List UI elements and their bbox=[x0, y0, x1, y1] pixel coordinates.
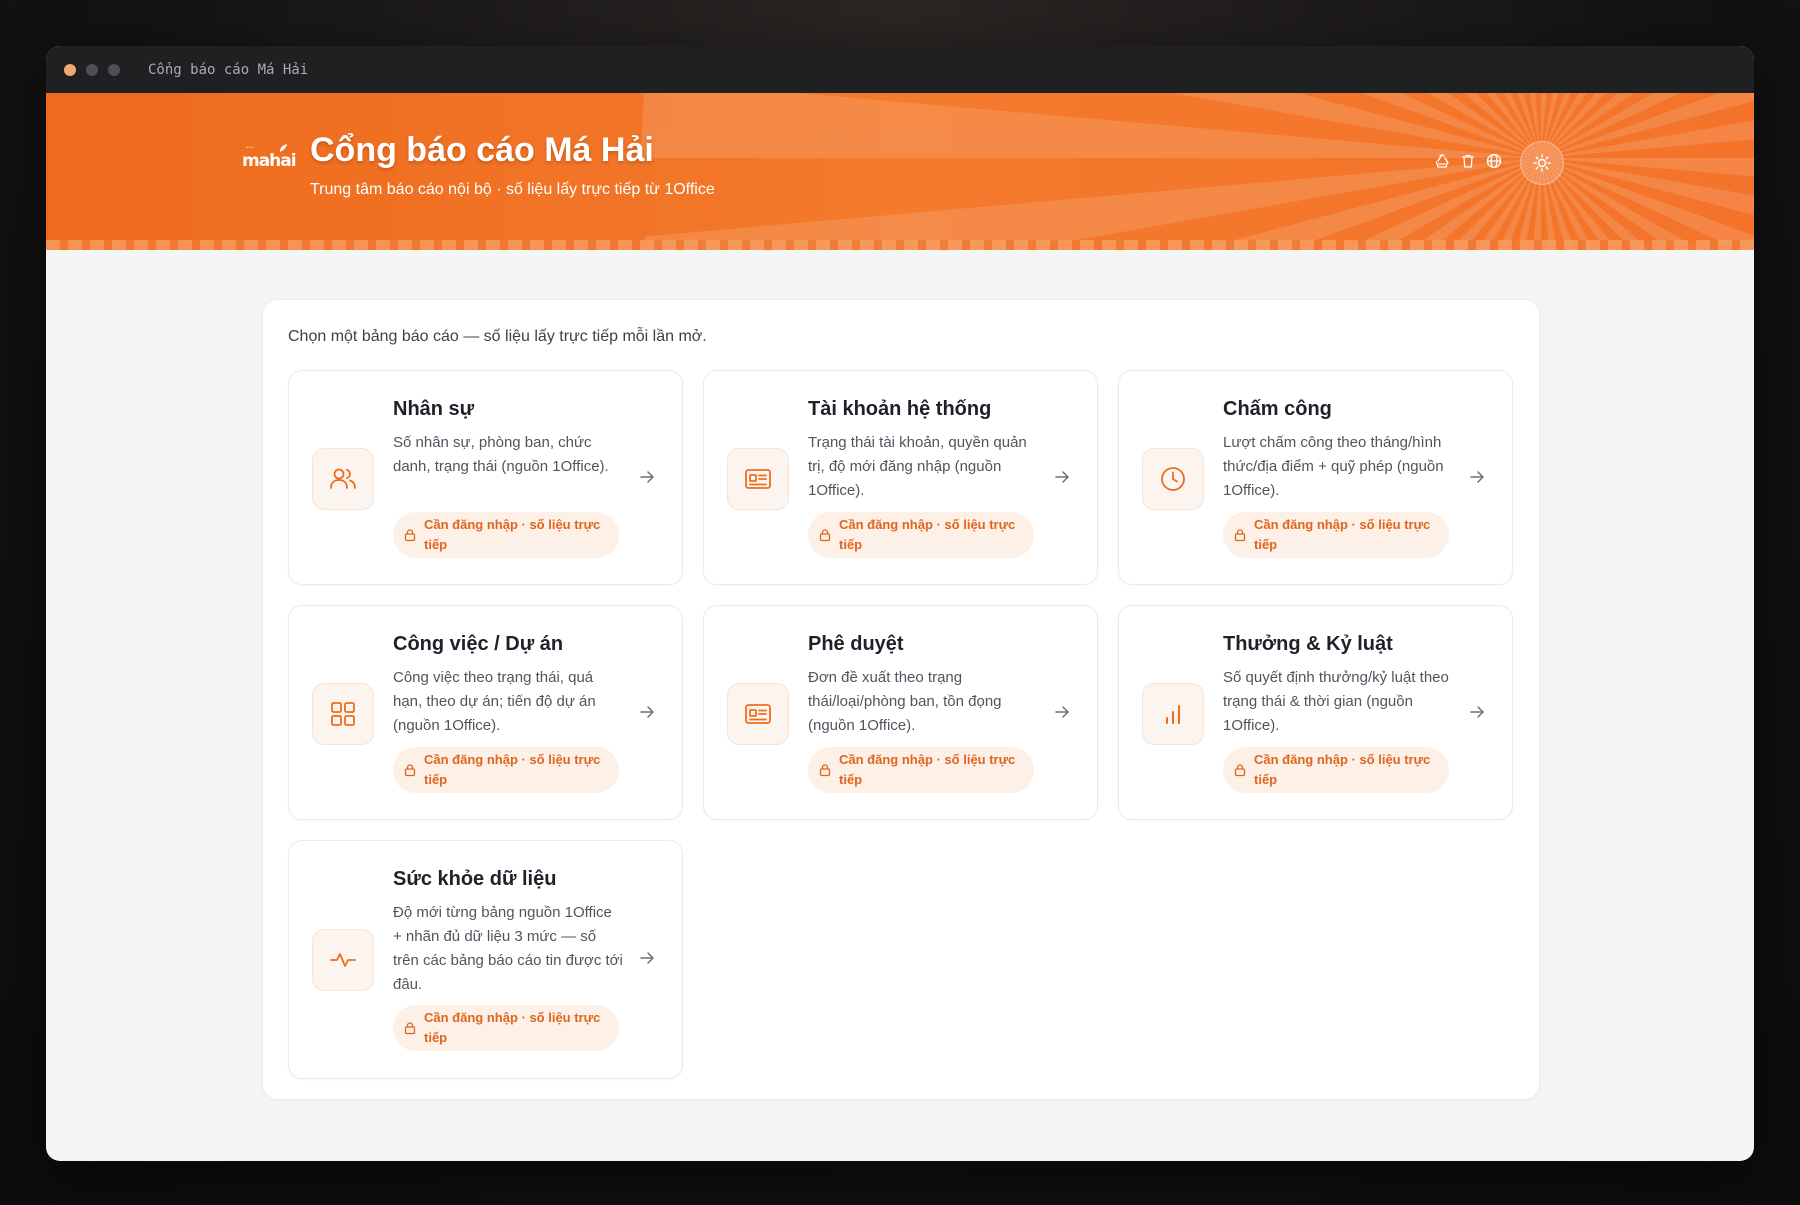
pulse-icon bbox=[312, 929, 374, 991]
trash-icon[interactable] bbox=[1460, 153, 1476, 169]
login-required-badge: Cần đăng nhập · số liệu trực tiếp bbox=[808, 512, 1034, 558]
arrow-right-icon bbox=[1055, 706, 1069, 718]
arrow-right-icon bbox=[640, 706, 654, 718]
lock-icon bbox=[819, 529, 831, 542]
report-card-thuong-ky-luat[interactable]: Thưởng & Kỷ luật Số quyết định thưởng/kỷ… bbox=[1118, 605, 1513, 820]
card-title: Công việc / Dự án bbox=[393, 633, 564, 655]
login-required-badge: Cần đăng nhập · số liệu trực tiếp bbox=[393, 747, 619, 793]
card-description: Số nhân sự, phòng ban, chức danh, trạng … bbox=[393, 434, 609, 475]
title-bar: Cổng báo cáo Má Hải bbox=[46, 46, 1754, 93]
lock-icon bbox=[1234, 529, 1246, 542]
id-card-icon bbox=[727, 683, 789, 745]
card-title: Nhân sự bbox=[393, 398, 475, 420]
login-required-badge: Cần đăng nhập · số liệu trực tiếp bbox=[1223, 747, 1449, 793]
lock-icon bbox=[404, 1022, 416, 1035]
report-panel: Chọn một bảng báo cáo — số liệu lấy trực… bbox=[262, 299, 1540, 1100]
arrow-right-icon bbox=[640, 471, 654, 483]
card-description: Đơn đề xuất theo trạng thái/loại/phòng b… bbox=[808, 669, 1002, 734]
header-actions bbox=[1434, 153, 1502, 169]
report-card-nhan-su[interactable]: Nhân sự Số nhân sự, phòng ban, chức danh… bbox=[288, 370, 683, 585]
card-title: Chấm công bbox=[1223, 398, 1332, 420]
report-card-phe-duyet[interactable]: Phê duyệt Đơn đề xuất theo trạng thái/lo… bbox=[703, 605, 1098, 820]
lock-icon bbox=[1234, 764, 1246, 777]
grid-icon bbox=[312, 683, 374, 745]
clock-icon bbox=[1142, 448, 1204, 510]
arrow-right-icon bbox=[1470, 706, 1484, 718]
panel-intro: Chọn một bảng báo cáo — số liệu lấy trực… bbox=[288, 328, 707, 345]
login-required-badge: Cần đăng nhập · số liệu trực tiếp bbox=[393, 512, 619, 558]
minimize-window-button[interactable] bbox=[86, 63, 98, 76]
header-sunburst bbox=[641, 93, 1754, 250]
maximize-window-button[interactable] bbox=[108, 63, 120, 76]
recycle-icon[interactable] bbox=[1434, 153, 1450, 169]
header-stripe bbox=[46, 240, 1754, 250]
id-card-icon bbox=[727, 448, 789, 510]
bar-chart-icon bbox=[1142, 683, 1204, 745]
sun-icon bbox=[1533, 154, 1551, 172]
login-required-badge: Cần đăng nhập · số liệu trực tiếp bbox=[808, 747, 1034, 793]
page-subtitle: Trung tâm báo cáo nội bộ · số liệu lấy t… bbox=[310, 181, 715, 198]
users-icon bbox=[312, 448, 374, 510]
theme-toggle-button[interactable] bbox=[1520, 141, 1564, 185]
lock-icon bbox=[404, 764, 416, 777]
card-description: Số quyết định thưởng/kỷ luật theo trạng … bbox=[1223, 669, 1449, 734]
close-window-button[interactable] bbox=[64, 63, 76, 76]
report-grid: Nhân sự Số nhân sự, phòng ban, chức danh… bbox=[288, 370, 1513, 1079]
lock-icon bbox=[404, 529, 416, 542]
card-description: Lượt chấm công theo tháng/hình thức/địa … bbox=[1223, 434, 1444, 499]
report-card-cham-cong[interactable]: Chấm công Lượt chấm công theo tháng/hình… bbox=[1118, 370, 1513, 585]
arrow-right-icon bbox=[1470, 471, 1484, 483]
page-title: Cổng báo cáo Má Hải bbox=[310, 131, 654, 169]
brand-logo: ••• mahai bbox=[242, 144, 297, 171]
card-title: Thưởng & Kỷ luật bbox=[1223, 633, 1393, 655]
card-title: Phê duyệt bbox=[808, 633, 904, 655]
card-title: Tài khoản hệ thống bbox=[808, 398, 992, 420]
card-description: Công việc theo trạng thái, quá hạn, theo… bbox=[393, 669, 596, 734]
login-required-badge: Cần đăng nhập · số liệu trực tiếp bbox=[1223, 512, 1449, 558]
arrow-right-icon bbox=[1055, 471, 1069, 483]
report-card-suc-khoe-du-lieu[interactable]: Sức khỏe dữ liệu Độ mới từng bảng nguồn … bbox=[288, 840, 683, 1079]
card-description: Trạng thái tài khoản, quyền quản trị, độ… bbox=[808, 434, 1027, 499]
report-card-cong-viec-du-an[interactable]: Công việc / Dự án Công việc theo trạng t… bbox=[288, 605, 683, 820]
login-required-badge: Cần đăng nhập · số liệu trực tiếp bbox=[393, 1005, 619, 1051]
arrow-right-icon bbox=[640, 952, 654, 964]
globe-icon[interactable] bbox=[1486, 153, 1502, 169]
lock-icon bbox=[819, 764, 831, 777]
app-window: Cổng báo cáo Má Hải ••• mahai Cổng báo c… bbox=[46, 46, 1754, 1161]
card-title: Sức khỏe dữ liệu bbox=[393, 868, 557, 890]
page-header: ••• mahai Cổng báo cáo Má Hải Trung tâm … bbox=[46, 93, 1754, 250]
report-card-tai-khoan-he-thong[interactable]: Tài khoản hệ thống Trạng thái tài khoản,… bbox=[703, 370, 1098, 585]
window-title: Cổng báo cáo Má Hải bbox=[148, 61, 309, 78]
card-description: Độ mới từng bảng nguồn 1Office + nhãn đủ… bbox=[393, 904, 623, 993]
